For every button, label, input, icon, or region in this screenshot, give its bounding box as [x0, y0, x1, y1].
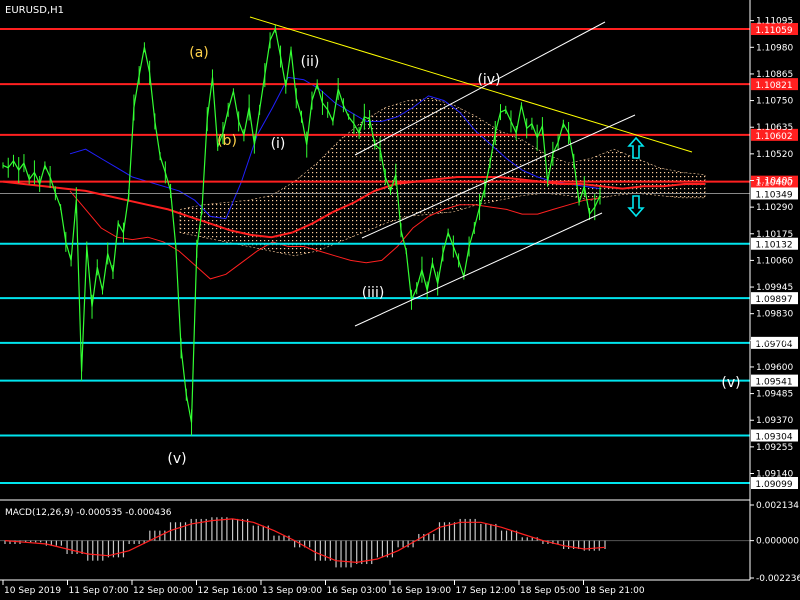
- time-tick-label: 18 Sep 21:00: [585, 586, 645, 596]
- wave-label: (iv): [477, 72, 500, 88]
- resistance-label: 1.10602: [755, 132, 792, 142]
- wave-label: (iii): [362, 285, 385, 301]
- time-tick-label: 18 Sep 05:00: [520, 586, 580, 596]
- price-tick-label: 1.10175: [756, 230, 793, 240]
- wave-label: (v): [167, 451, 186, 467]
- price-tick-label: 1.09485: [756, 390, 793, 400]
- price-tick-label: 1.10750: [756, 97, 793, 107]
- price-tick-label: 1.09945: [756, 283, 793, 293]
- time-tick-label: 10 Sep 2019: [4, 586, 61, 596]
- price-tick-label: 1.09715: [756, 336, 793, 346]
- channel-lower-line: [354, 212, 603, 327]
- wave-label: (i): [271, 136, 286, 152]
- time-tick-label: 17 Sep 12:00: [456, 586, 516, 596]
- chart-window: 1.11059 1.10821 1.10602 1.10400 1.10132 1.098…: [0, 0, 800, 600]
- time-tick-label: 16 Sep 19:00: [391, 586, 451, 596]
- price-chart: 1.110591.108211.106021.104001.101321.098…: [0, 0, 800, 596]
- support-label: 1.09897: [755, 295, 792, 305]
- up-arrow-icon: [627, 136, 645, 159]
- wave-label: (a): [189, 45, 209, 61]
- price-tick-label: 1.09830: [756, 310, 793, 320]
- resistance-label: 1.11059: [755, 26, 792, 36]
- wave-label: (b): [217, 133, 237, 149]
- time-tick-label: 12 Sep 00:00: [133, 586, 193, 596]
- time-tick-label: 16 Sep 03:00: [327, 586, 387, 596]
- wave-label: (v): [721, 375, 740, 391]
- current-price-label: 1.10349: [755, 190, 792, 200]
- price-tick-label: 1.09140: [756, 470, 793, 480]
- price-tick-label: 1.10290: [756, 203, 793, 213]
- price-tick-label: 1.09370: [756, 416, 793, 426]
- price-tick-label: 1.11095: [756, 17, 793, 27]
- price-tick-label: 1.10405: [756, 176, 793, 186]
- symbol-label: EURUSD,H1: [5, 5, 64, 16]
- price-tick-label: 1.10865: [756, 70, 793, 80]
- resistance-label: 1.10821: [755, 81, 792, 91]
- price-tick-label: 1.10980: [756, 43, 793, 53]
- cloud-area: [179, 97, 706, 257]
- ichimoku-cloud: [179, 97, 706, 257]
- price-tick-label: 1.09255: [756, 443, 793, 453]
- support-label: 1.09541: [755, 378, 792, 388]
- price-tick-label: 1.10060: [756, 256, 793, 266]
- support-label: 1.10132: [755, 241, 792, 251]
- support-label: 1.09304: [755, 433, 792, 443]
- macd-tick-label: -0.002236: [756, 574, 800, 584]
- macd-tick-label: 0.002134: [756, 501, 799, 511]
- time-tick-label: 11 Sep 07:00: [69, 586, 129, 596]
- macd-label: MACD(12,26,9) -0.000535 -0.000436: [5, 508, 172, 518]
- time-tick-label: 12 Sep 16:00: [198, 586, 258, 596]
- price-tick-label: 1.10635: [756, 123, 793, 133]
- macd-tick-label: 0.000000: [756, 537, 799, 547]
- price-tick-label: 1.09600: [756, 363, 793, 373]
- price-tick-label: 1.10520: [756, 150, 793, 160]
- wave-label: (ii): [301, 54, 320, 70]
- time-tick-label: 13 Sep 09:00: [262, 586, 322, 596]
- time-axis: 10 Sep 2019 11 Sep 07:00 12 Sep 00:00 12 Se…: [2, 580, 645, 596]
- horizontal-levels: 1.110591.108211.106021.104001.101321.098…: [0, 23, 798, 490]
- support-label: 1.09099: [755, 480, 792, 490]
- down-arrow-icon: [627, 195, 645, 218]
